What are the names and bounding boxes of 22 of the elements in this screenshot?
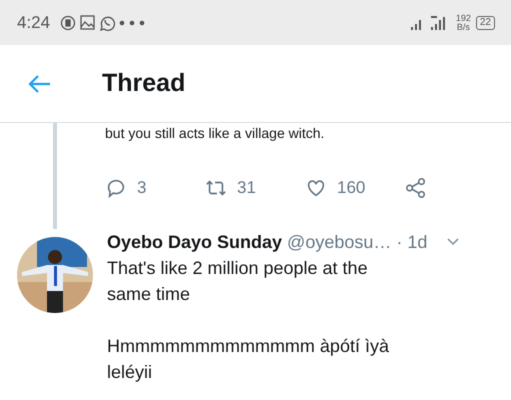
- speed-unit: B/s: [456, 22, 471, 32]
- tweet-text: Hmmmmmmmmmmmmm àpótí ìyà leléyii: [107, 335, 390, 384]
- battery-level: 22: [476, 16, 495, 30]
- caret-icon[interactable]: [446, 237, 460, 247]
- phone-bubble-icon: [99, 14, 116, 30]
- tweet-text: but you still acts like a village witch.: [105, 125, 326, 141]
- author-name[interactable]: Oyebo Dayo Sunday: [107, 229, 282, 255]
- reply-count: 3: [137, 178, 146, 198]
- back-icon[interactable]: [28, 74, 52, 94]
- page-title: Thread: [102, 69, 186, 98]
- reply-icon[interactable]: [105, 177, 127, 199]
- tweet-text: That's like 2 million people at the same time: [107, 257, 369, 306]
- image-icon: [80, 15, 96, 30]
- clock: 4:24: [17, 12, 50, 32]
- more-icon: [119, 20, 146, 26]
- like-count: 160: [337, 178, 366, 198]
- author-handle[interactable]: @oyebosu…: [287, 229, 392, 255]
- tweet-time: · 1d: [396, 231, 428, 254]
- chat-bubble-icon: [60, 14, 76, 30]
- share-icon[interactable]: [405, 177, 427, 199]
- retweet-count: 31: [237, 178, 256, 198]
- speed-value: 192: [456, 14, 471, 22]
